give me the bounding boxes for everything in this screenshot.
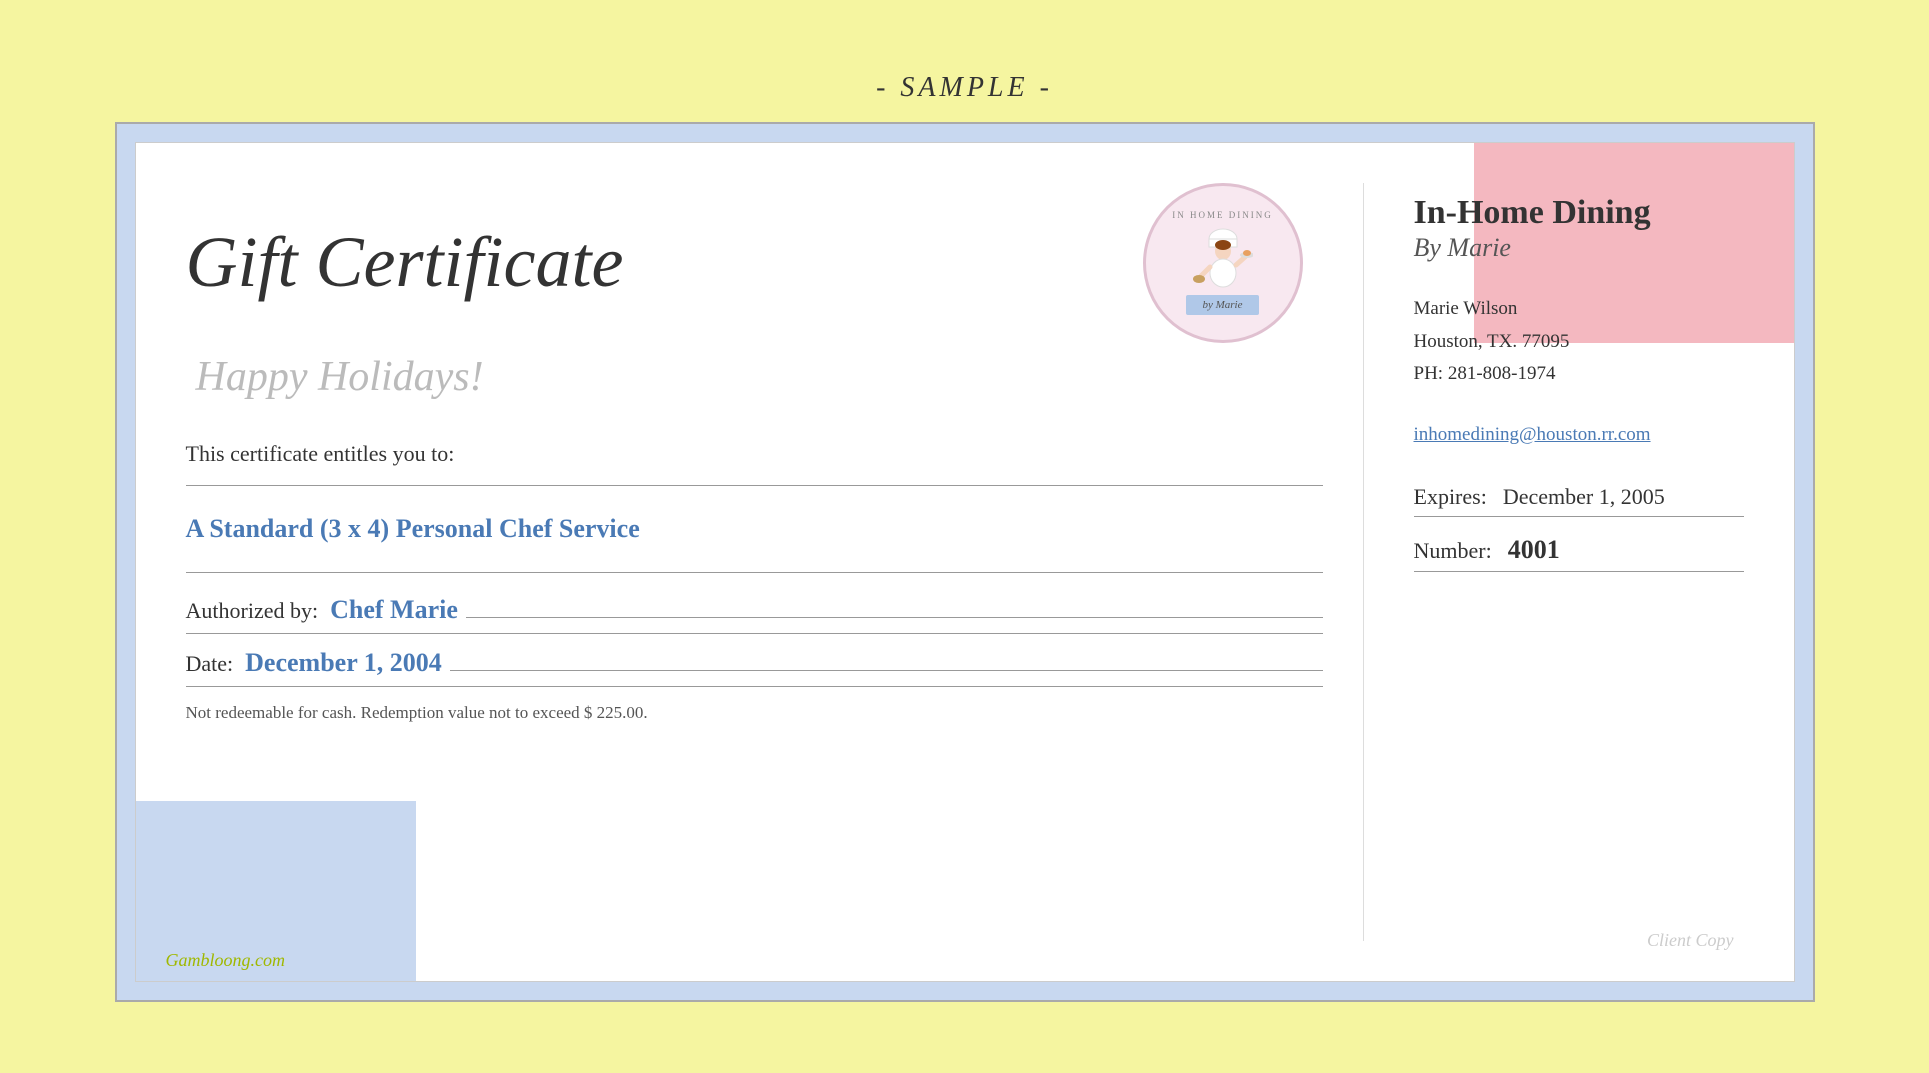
authorized-label: Authorized by:: [186, 598, 319, 624]
contact-address: Houston, TX. 77095: [1414, 326, 1744, 358]
sample-label: - SAMPLE -: [876, 72, 1053, 104]
outer-frame: Gift Certificate IN HOME DINING: [115, 122, 1815, 1002]
title-logo-row: Gift Certificate IN HOME DINING: [186, 183, 1323, 343]
contact-name: Marie Wilson: [1414, 293, 1744, 325]
service-name: A Standard (3 x 4) Personal Chef Service: [186, 494, 1323, 564]
authorized-underline: [466, 617, 1323, 618]
expires-value: December 1, 2005: [1503, 484, 1665, 510]
disclaimer-text: Not redeemable for cash. Redemption valu…: [186, 703, 1323, 723]
contact-email: inhomedining@houston.rr.com: [1414, 424, 1744, 446]
logo-ribbon: by Marie: [1186, 295, 1258, 315]
company-subtitle: By Marie: [1414, 233, 1744, 263]
inner-frame: Gift Certificate IN HOME DINING: [135, 142, 1795, 982]
subtitle-text: Happy Holidays!: [196, 353, 1323, 401]
date-underline: [450, 670, 1323, 671]
number-value: 4001: [1508, 535, 1560, 565]
entitles-text: This certificate entitles you to:: [186, 441, 1323, 467]
chef-icon: [1193, 221, 1253, 291]
expires-row: Expires: December 1, 2005: [1414, 484, 1744, 517]
company-logo: IN HOME DINING: [1143, 183, 1303, 343]
authorized-row: Authorized by: Chef Marie: [186, 595, 1323, 634]
certificate-content: Gift Certificate IN HOME DINING: [136, 143, 1794, 981]
contact-phone: PH: 281-808-1974: [1414, 358, 1744, 390]
logo-inner: IN HOME DINING: [1146, 186, 1300, 340]
logo-text-top: IN HOME DINING: [1172, 210, 1273, 222]
number-row: Number: 4001: [1414, 535, 1744, 572]
company-name: In-Home Dining: [1414, 193, 1744, 234]
left-section: Gift Certificate IN HOME DINING: [186, 183, 1364, 941]
date-value: December 1, 2004: [245, 648, 442, 678]
date-row: Date: December 1, 2004: [186, 648, 1323, 687]
date-label: Date:: [186, 651, 234, 677]
gift-certificate-title: Gift Certificate: [186, 221, 1143, 304]
divider-top: [186, 485, 1323, 486]
divider-middle: [186, 572, 1323, 573]
right-section: In-Home Dining By Marie Marie Wilson Hou…: [1364, 183, 1744, 941]
expires-label: Expires:: [1414, 484, 1487, 510]
contact-block: Marie Wilson Houston, TX. 77095 PH: 281-…: [1414, 293, 1744, 390]
authorized-value: Chef Marie: [330, 595, 458, 625]
number-label: Number:: [1414, 538, 1492, 564]
